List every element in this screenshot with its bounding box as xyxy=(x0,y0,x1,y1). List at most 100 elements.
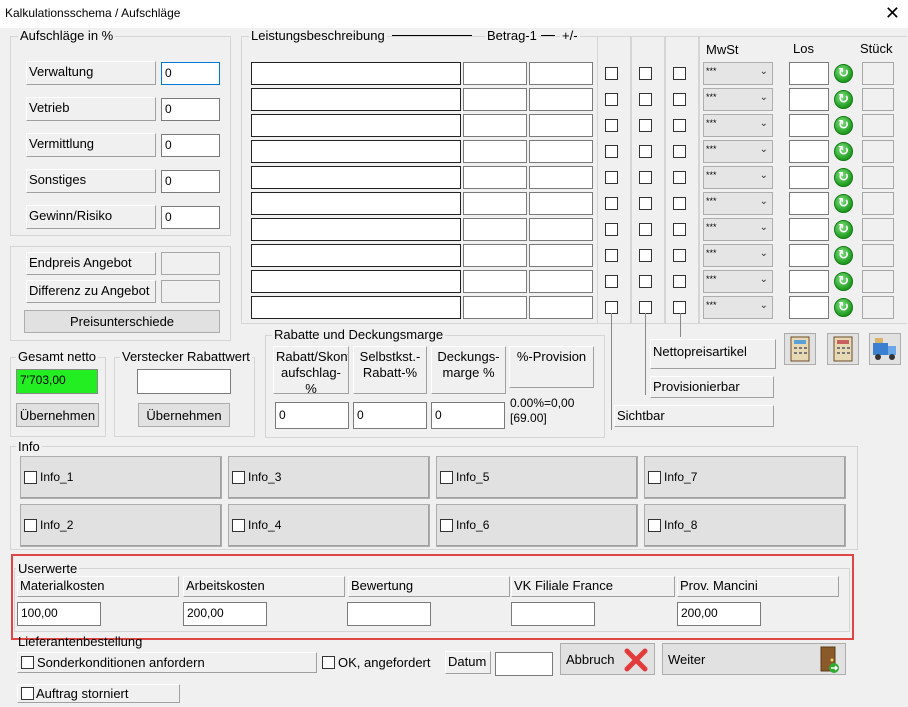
betrag-input[interactable] xyxy=(463,192,527,215)
sonstiges-input[interactable]: 0 xyxy=(161,170,220,193)
leistung-desc-input[interactable] xyxy=(251,192,461,215)
mwst-group xyxy=(699,36,907,324)
exit-door-icon xyxy=(820,646,839,673)
truck-icon[interactable] xyxy=(869,333,901,365)
betrag-input[interactable] xyxy=(463,166,527,189)
plusminus-input[interactable] xyxy=(529,140,593,163)
info-3-checkbox[interactable] xyxy=(232,470,245,484)
info-2-button[interactable]: Info_2 xyxy=(20,504,222,547)
betrag-input[interactable] xyxy=(463,270,527,293)
plusminus-input[interactable] xyxy=(529,244,593,267)
betrag-input[interactable] xyxy=(463,296,527,319)
leistung-header-rule xyxy=(392,35,472,36)
betrag-header-rule xyxy=(541,35,555,36)
rabattwert-input[interactable] xyxy=(137,369,231,394)
gesamt-label: Gesamt netto xyxy=(16,349,99,364)
preisunterschiede-button[interactable]: Preisunterschiede xyxy=(24,310,220,333)
plusminus-input[interactable] xyxy=(529,218,593,241)
info-8-button[interactable]: Info_8 xyxy=(644,504,846,547)
plusminus-input[interactable] xyxy=(529,62,593,85)
lieferanten-title: Lieferantenbestellung xyxy=(18,634,143,649)
vermittlung-input[interactable]: 0 xyxy=(161,134,220,157)
info-7-label: Info_7 xyxy=(664,470,698,484)
ok-angefordert-checkbox[interactable] xyxy=(322,656,335,669)
info-6-checkbox[interactable] xyxy=(440,518,453,532)
leistung-desc-input[interactable] xyxy=(251,62,461,85)
provisionierbar-label: Provisionierbar xyxy=(650,376,774,398)
sonderkonditionen-checkbox[interactable] xyxy=(21,656,34,669)
betrag-input[interactable] xyxy=(463,62,527,85)
info-5-label: Info_5 xyxy=(456,470,490,484)
rabatte-title: Rabatte und Deckungsmarge xyxy=(272,327,446,342)
aufschlaege-title: Aufschläge in % xyxy=(18,28,116,43)
leistung-desc-input[interactable] xyxy=(251,296,461,319)
los-header: Los xyxy=(791,41,816,56)
connector-netto xyxy=(680,313,681,337)
info-7-checkbox[interactable] xyxy=(648,470,661,484)
info-1-button[interactable]: Info_1 xyxy=(20,456,222,499)
datum-label: Datum xyxy=(445,651,491,674)
betrag-input[interactable] xyxy=(463,88,527,111)
leistung-desc-input[interactable] xyxy=(251,270,461,293)
info-5-button[interactable]: Info_5 xyxy=(436,456,638,499)
rabatt-skont-header: Rabatt/Skont aufschlag-% xyxy=(273,346,349,394)
weiter-button[interactable]: Weiter xyxy=(662,643,846,675)
selbstkst-input[interactable]: 0 xyxy=(353,402,427,429)
sonderkonditionen-label: Sonderkonditionen anfordern xyxy=(37,655,205,670)
abbruch-label: Abbruch xyxy=(566,651,615,667)
leistung-desc-input[interactable] xyxy=(251,166,461,189)
info-6-button[interactable]: Info_6 xyxy=(436,504,638,547)
calculator-icon[interactable] xyxy=(784,333,816,365)
leistung-desc-input[interactable] xyxy=(251,218,461,241)
plusminus-input[interactable] xyxy=(529,192,593,215)
plusminus-input[interactable] xyxy=(529,166,593,189)
deckungsmarge-input[interactable]: 0 xyxy=(431,402,505,429)
info-2-label: Info_2 xyxy=(40,518,74,532)
info-8-checkbox[interactable] xyxy=(648,518,661,532)
betrag-input[interactable] xyxy=(463,140,527,163)
abbruch-button[interactable]: Abbruch xyxy=(560,643,655,675)
endpreis-value xyxy=(161,252,220,275)
datum-input[interactable] xyxy=(495,652,553,676)
title-bar: Kalkulationsschema / Aufschläge ✕ xyxy=(0,0,908,28)
connector-provision xyxy=(645,313,646,395)
leistung-desc-header: Leistungsbeschreibung xyxy=(249,28,387,43)
betrag-input[interactable] xyxy=(463,114,527,137)
verwaltung-input[interactable]: 0 xyxy=(161,62,220,85)
gesamt-uebernehmen-button[interactable]: Übernehmen xyxy=(16,403,99,427)
info-4-button[interactable]: Info_4 xyxy=(228,504,430,547)
plusminus-header: +/- xyxy=(560,28,580,43)
info-1-checkbox[interactable] xyxy=(24,470,37,484)
nettopreisartikel-label: Nettopreisartikel xyxy=(650,339,776,369)
info-2-checkbox[interactable] xyxy=(24,518,37,532)
info-1-label: Info_1 xyxy=(40,470,74,484)
rabatt-skont-input[interactable]: 0 xyxy=(275,402,349,429)
window-title: Kalkulationsschema / Aufschläge xyxy=(5,6,181,20)
vetrieb-input[interactable]: 0 xyxy=(161,98,220,121)
info-7-button[interactable]: Info_7 xyxy=(644,456,846,499)
plusminus-input[interactable] xyxy=(529,296,593,319)
auftrag-storniert-checkbox[interactable] xyxy=(21,687,34,700)
leistung-desc-input[interactable] xyxy=(251,244,461,267)
rabattwert-label: Verstecker Rabattwert xyxy=(120,349,252,364)
gewinn-risiko-input[interactable]: 0 xyxy=(161,206,220,229)
plusminus-input[interactable] xyxy=(529,114,593,137)
info-3-button[interactable]: Info_3 xyxy=(228,456,430,499)
differenz-label: Differenz zu Angebot xyxy=(26,280,156,303)
rabattwert-uebernehmen-button[interactable]: Übernehmen xyxy=(138,403,230,427)
close-icon[interactable]: ✕ xyxy=(885,2,900,24)
plusminus-input[interactable] xyxy=(529,88,593,111)
betrag-input[interactable] xyxy=(463,244,527,267)
calculator-icon[interactable] xyxy=(827,333,859,365)
leistung-desc-input[interactable] xyxy=(251,140,461,163)
leistung-desc-input[interactable] xyxy=(251,88,461,111)
info-4-checkbox[interactable] xyxy=(232,518,245,532)
betrag-input[interactable] xyxy=(463,218,527,241)
info-title: Info xyxy=(16,439,42,454)
provision-value: 0.00%=0,00 [69.00] xyxy=(510,396,575,425)
info-8-label: Info_8 xyxy=(664,518,698,532)
leistung-desc-input[interactable] xyxy=(251,114,461,137)
plusminus-input[interactable] xyxy=(529,270,593,293)
info-5-checkbox[interactable] xyxy=(440,470,453,484)
sichtbar-label: Sichtbar xyxy=(614,405,774,427)
